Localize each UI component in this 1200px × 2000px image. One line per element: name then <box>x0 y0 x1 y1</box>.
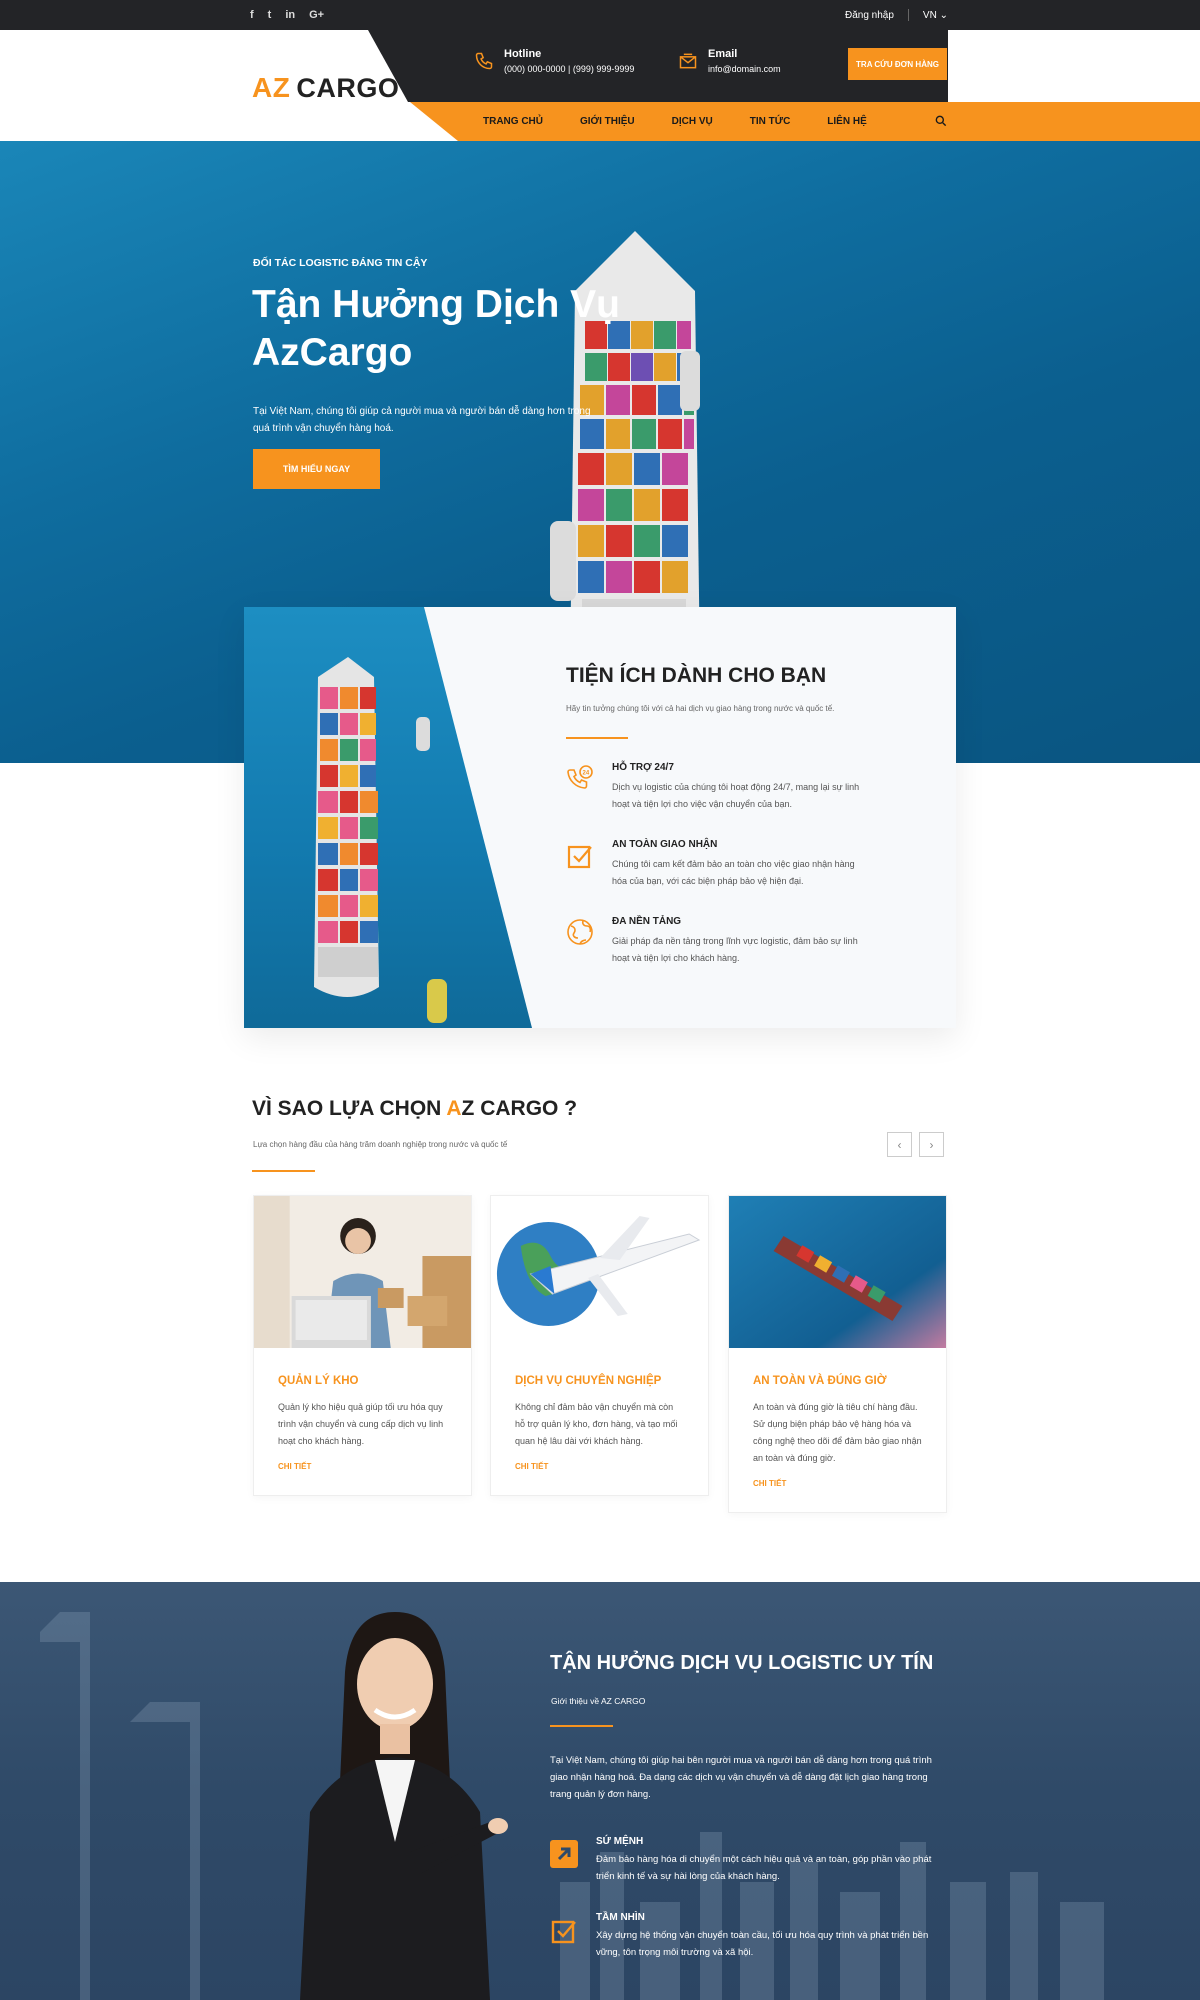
about-subtitle: Giới thiệu về AZ CARGO <box>551 1696 646 1706</box>
nav-item-about[interactable]: GIỚI THIỆU <box>580 116 635 127</box>
vision-description: Xây dựng hệ thống vận chuyển toàn cầu, t… <box>596 1930 929 1958</box>
linkedin-icon[interactable]: in <box>285 9 295 21</box>
language-select[interactable]: VN ⌄ <box>923 10 948 21</box>
phone-icon <box>474 51 494 75</box>
service-card[interactable]: DỊCH VỤ CHUYÊN NGHIỆP Không chỉ đảm bảo … <box>490 1195 709 1496</box>
benefit-title: AN TOÀN GIAO NHẬN <box>612 839 718 850</box>
why-title-end: Z CARGO ? <box>461 1097 578 1120</box>
warehouse-photo <box>254 1196 471 1348</box>
logo-az: AZ <box>252 72 291 103</box>
card-details-link[interactable]: CHI TIẾT <box>515 1462 684 1471</box>
vision-title: TẦM NHÌN <box>596 1912 645 1923</box>
logo[interactable]: AZ CARGO <box>252 72 399 104</box>
hotline-label: Hotline <box>504 48 542 60</box>
header: AZ CARGO Hotline (000) 000-0000 | (999) … <box>0 30 1200 141</box>
search-icon[interactable] <box>934 114 948 128</box>
card-description: Quản lý kho hiệu quả giúp tối ưu hóa quy… <box>278 1402 444 1446</box>
top-bar: f t in G+ Đăng nhập VN ⌄ <box>0 0 1200 30</box>
card-details-link[interactable]: CHI TIẾT <box>753 1479 922 1488</box>
learn-more-button[interactable]: TÌM HIỂU NGAY <box>253 449 380 489</box>
card-details-link[interactable]: CHI TIẾT <box>278 1462 447 1471</box>
hotline-value[interactable]: (000) 000-0000 | (999) 999-9999 <box>504 64 634 74</box>
checkbox-icon <box>550 1916 578 1944</box>
benefit-description: Dịch vụ logistic của chúng tôi hoạt động… <box>612 782 860 809</box>
hero-description: Tại Việt Nam, chúng tôi giúp cả người mu… <box>253 406 591 434</box>
next-button[interactable]: › <box>919 1132 944 1157</box>
why-title: VÌ SAO LỰA CHỌN AZ CARGO ? <box>252 1097 577 1121</box>
service-card[interactable]: QUẢN LÝ KHO Quản lý kho hiệu quả giúp tố… <box>253 1195 472 1496</box>
benefits-card: TIỆN ÍCH DÀNH CHO BẠN Hãy tin tưởng chún… <box>244 607 956 1028</box>
social-links: f t in G+ <box>250 0 324 30</box>
chevron-down-icon: ⌄ <box>939 9 948 21</box>
card-description: An toàn và đúng giờ là tiêu chí hàng đầu… <box>753 1402 922 1463</box>
track-order-button[interactable]: TRA CỨU ĐƠN HÀNG <box>848 48 947 80</box>
checkbox-icon <box>567 845 592 869</box>
title-underline <box>550 1725 613 1727</box>
airplane-globe-photo <box>491 1196 708 1348</box>
why-subtitle: Lựa chọn hàng đầu của hàng trăm doanh ng… <box>253 1140 508 1149</box>
benefits-subtitle: Hãy tin tưởng chúng tôi với cả hai dịch … <box>566 704 835 713</box>
service-card[interactable]: AN TOÀN VÀ ĐÚNG GIỜ An toàn và đúng giờ … <box>728 1195 947 1513</box>
prev-button[interactable]: ‹ <box>887 1132 912 1157</box>
arrow-up-right-icon <box>550 1840 578 1868</box>
email-block: Email info@domain.com <box>678 48 781 75</box>
twitter-icon[interactable]: t <box>268 9 272 21</box>
title-underline <box>252 1170 315 1172</box>
benefit-description: Chúng tôi cam kết đảm bảo an toàn cho vi… <box>612 859 855 886</box>
email-icon <box>678 51 698 75</box>
container-ship-photo <box>729 1196 946 1348</box>
about-title: TẬN HƯỞNG DỊCH VỤ LOGISTIC UY TÍN <box>550 1652 934 1674</box>
logo-cargo: CARGO <box>296 72 400 103</box>
nav-item-home[interactable]: TRANG CHỦ <box>483 116 543 127</box>
hero-title: Tận Hưởng Dịch Vụ AzCargo <box>252 283 620 374</box>
mission-description: Đảm bảo hàng hóa di chuyển một cách hiệu… <box>596 1854 932 1882</box>
divider <box>907 9 909 21</box>
card-title: DỊCH VỤ CHUYÊN NGHIỆP <box>515 1375 662 1387</box>
why-title-start: VÌ SAO LỰA CHỌN <box>252 1097 447 1120</box>
why-title-accent: A <box>446 1097 462 1120</box>
login-link[interactable]: Đăng nhập <box>845 10 894 21</box>
benefit-title: ĐA NỀN TẢNG <box>612 916 682 927</box>
email-value[interactable]: info@domain.com <box>708 64 781 74</box>
facebook-icon[interactable]: f <box>250 9 254 21</box>
language-label: VN <box>922 9 937 21</box>
hotline-block: Hotline (000) 000-0000 | (999) 999-9999 <box>474 48 634 75</box>
business-woman-photo <box>300 1612 508 2000</box>
benefit-description: Giải pháp đa nền tảng trong lĩnh vực log… <box>612 936 858 963</box>
svg-text:24: 24 <box>583 771 590 777</box>
globe-icon <box>567 919 593 945</box>
phone-24-icon: 24 <box>567 765 593 789</box>
mission-title: SỨ MỆNH <box>596 1836 644 1847</box>
card-description: Không chỉ đảm bảo vận chuyển mà còn hỗ t… <box>515 1402 678 1446</box>
header-right-fill <box>948 30 1200 102</box>
hero-kicker: ĐỐI TÁC LOGISTIC ĐÁNG TIN CẬY <box>253 257 428 269</box>
nav-item-news[interactable]: TIN TỨC <box>750 116 791 127</box>
googleplus-icon[interactable]: G+ <box>309 9 324 21</box>
about-description: Tại Việt Nam, chúng tôi giúp hai bên ngư… <box>550 1755 932 1800</box>
aerial-ship-image <box>244 607 532 1028</box>
benefit-title: HỖ TRỢ 24/7 <box>612 762 674 773</box>
card-title: QUẢN LÝ KHO <box>278 1375 359 1387</box>
top-bar-right: Đăng nhập VN ⌄ <box>845 0 948 30</box>
card-title: AN TOÀN VÀ ĐÚNG GIỜ <box>753 1375 887 1387</box>
about-section: TẬN HƯỞNG DỊCH VỤ LOGISTIC UY TÍN Giới t… <box>0 1582 1200 2000</box>
email-label: Email <box>708 48 738 60</box>
main-nav: TRANG CHỦ GIỚI THIỆU DỊCH VỤ TIN TỨC LIÊ… <box>483 102 867 141</box>
title-underline <box>566 737 628 739</box>
benefits-title: TIỆN ÍCH DÀNH CHO BẠN <box>566 664 827 687</box>
nav-item-contact[interactable]: LIÊN HỆ <box>827 116 866 127</box>
nav-item-services[interactable]: DỊCH VỤ <box>672 116 713 127</box>
